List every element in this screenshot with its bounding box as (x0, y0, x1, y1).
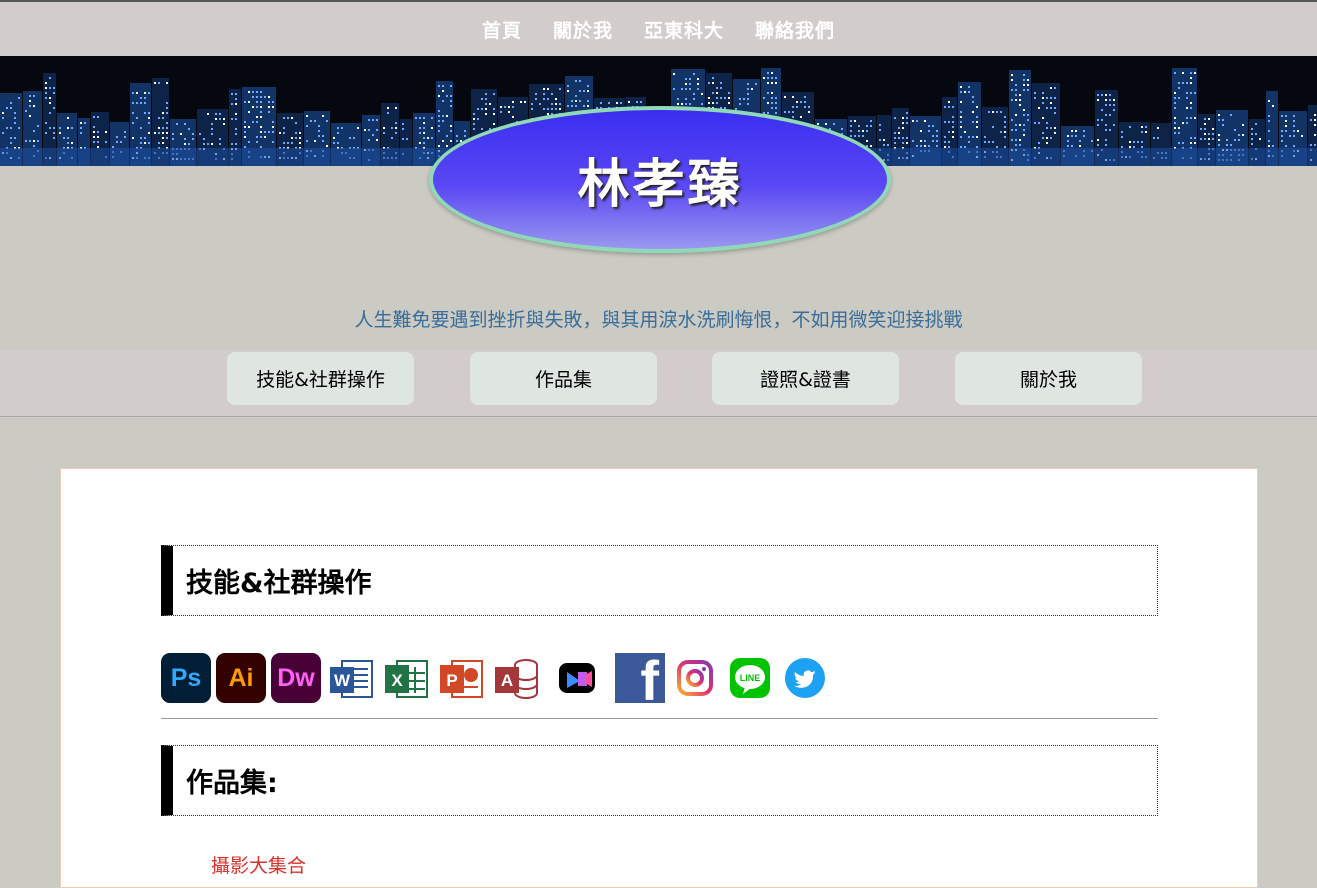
excel-icon-graphic: X (385, 660, 428, 698)
section-divider (161, 718, 1158, 719)
powerpoint-icon: P (436, 653, 486, 703)
video-editor-icon (552, 653, 602, 703)
nav-about-link[interactable]: 關於我 (553, 16, 613, 43)
top-navigation: 首頁 關於我 亞東科大 聯絡我們 (0, 0, 1317, 56)
portfolio-heading-box: 作品集: (161, 745, 1158, 816)
portfolio-heading: 作品集: (186, 768, 278, 799)
facebook-icon: f (615, 653, 665, 703)
instagram-icon (670, 653, 720, 703)
word-icon: W (326, 653, 376, 703)
excel-icon: X (381, 653, 431, 703)
twitter-icon-graphic (785, 658, 825, 698)
site-owner-name: 林孝臻 (577, 154, 743, 215)
twitter-icon (780, 653, 830, 703)
powerpoint-icon-graphic: P (440, 660, 483, 698)
illustrator-icon: Ai (216, 653, 266, 703)
access-icon-graphic: A (495, 659, 538, 699)
instagram-icon-graphic (677, 660, 713, 696)
svg-text:P: P (446, 671, 457, 690)
nav-school-link[interactable]: 亞東科大 (644, 16, 724, 43)
name-badge: 林孝臻 (429, 106, 891, 253)
section-tab-bar: 技能&社群操作 作品集 證照&證書 關於我 (0, 350, 1317, 417)
portfolio-link[interactable]: 攝影大集合 (211, 851, 306, 878)
svg-text:W: W (334, 671, 351, 690)
access-icon: A (491, 653, 541, 703)
photoshop-icon: Ps (161, 653, 211, 703)
svg-text:LINE: LINE (740, 673, 761, 683)
word-icon-graphic: W (330, 660, 373, 698)
skill-icon-row: Ps Ai Dw W X P A f LINE (161, 652, 1158, 704)
nav-home-link[interactable]: 首頁 (482, 16, 522, 43)
tab-portfolio[interactable]: 作品集 (470, 352, 657, 405)
nav-contact-link[interactable]: 聯絡我們 (755, 16, 835, 43)
skills-heading: 技能&社群操作 (186, 568, 372, 599)
tab-certificates[interactable]: 證照&證書 (712, 352, 899, 405)
svg-text:A: A (501, 671, 513, 690)
tab-skills[interactable]: 技能&社群操作 (227, 352, 414, 405)
video-editor-icon-graphic (559, 663, 595, 693)
content-card: 技能&社群操作 Ps Ai Dw W X P A f LINE 作品集: 攝影大… (60, 468, 1258, 888)
skills-heading-box: 技能&社群操作 (161, 545, 1158, 616)
dreamweaver-icon: Dw (271, 653, 321, 703)
motto-text: 人生難免要遇到挫折與失敗，與其用淚水洗刷悔恨，不如用微笑迎接挑戰 (354, 309, 963, 331)
svg-text:X: X (391, 671, 403, 690)
line-icon: LINE (725, 653, 775, 703)
tab-about[interactable]: 關於我 (955, 352, 1142, 405)
line-icon-graphic: LINE (730, 658, 770, 698)
